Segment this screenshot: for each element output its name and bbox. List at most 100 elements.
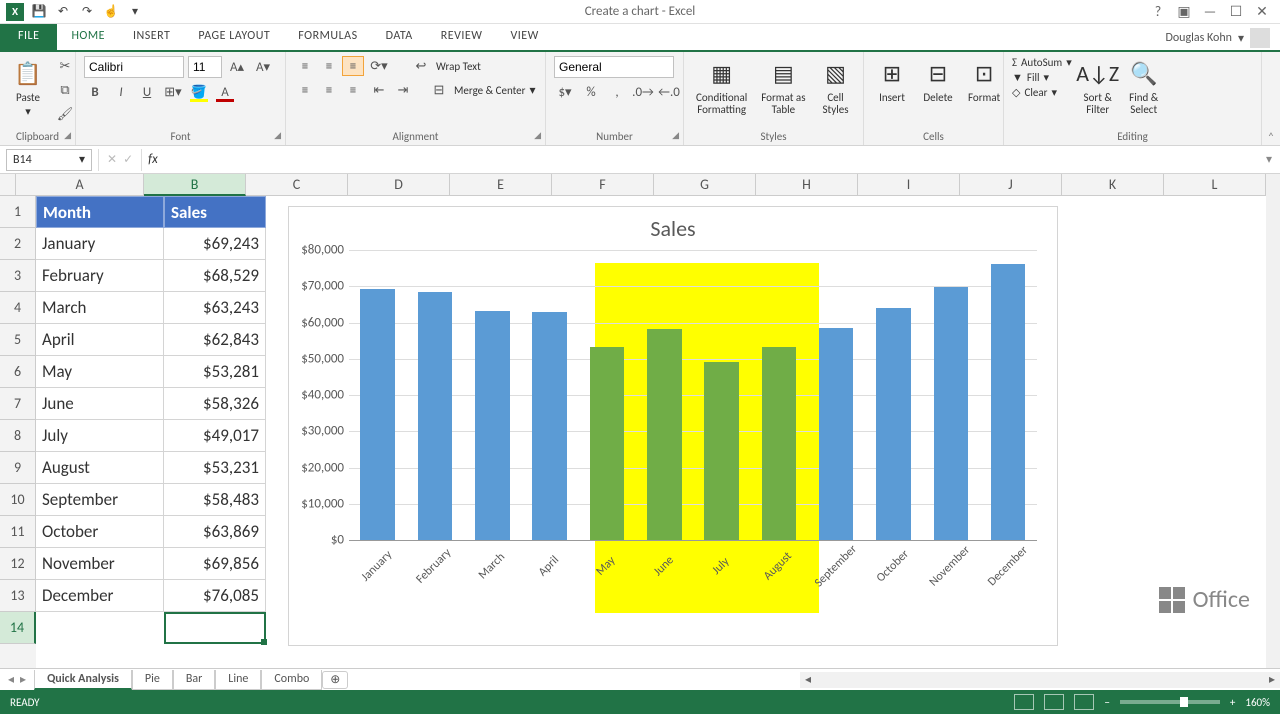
user-account[interactable]: Douglas Kohn ▾	[1165, 28, 1270, 48]
data-cell[interactable]: November	[36, 548, 164, 580]
data-cell[interactable]: $58,326	[164, 388, 266, 420]
undo-icon[interactable]: ↶	[54, 3, 72, 21]
data-cell[interactable]: January	[36, 228, 164, 260]
row-header[interactable]: 12	[0, 548, 36, 580]
row-header[interactable]: 13	[0, 580, 36, 612]
column-header[interactable]: J	[960, 174, 1062, 196]
align-bottom-icon[interactable]: ≡	[342, 56, 364, 76]
data-cell[interactable]: $53,231	[164, 452, 266, 484]
column-header[interactable]: H	[756, 174, 858, 196]
sheet-nav-next-icon[interactable]: ▸	[20, 672, 26, 687]
conditional-formatting-button[interactable]: ▦Conditional Formatting	[692, 56, 751, 118]
vertical-scrollbar[interactable]	[1266, 174, 1280, 668]
chart-plot-area[interactable]: $0$10,000$20,000$30,000$40,000$50,000$60…	[349, 250, 1037, 540]
data-cell[interactable]: October	[36, 516, 164, 548]
tab-data[interactable]: DATA	[372, 24, 427, 50]
find-select-button[interactable]: 🔍Find & Select	[1124, 56, 1164, 118]
increase-decimal-icon[interactable]: .0→	[632, 82, 654, 102]
tab-file[interactable]: FILE	[0, 24, 57, 50]
redo-icon[interactable]: ↷	[78, 3, 96, 21]
zoom-in-icon[interactable]: +	[1230, 696, 1235, 709]
data-cell[interactable]: February	[36, 260, 164, 292]
autosum-button[interactable]: Σ AutoSum ▾	[1012, 56, 1072, 69]
table-header-cell[interactable]: Month	[36, 196, 164, 228]
data-cell[interactable]: $76,085	[164, 580, 266, 612]
select-all-button[interactable]	[0, 174, 16, 196]
copy-icon[interactable]: ⧉	[54, 80, 76, 100]
scroll-left-icon[interactable]: ◂	[802, 674, 814, 686]
sheet-tab[interactable]: Combo	[261, 670, 322, 690]
column-header[interactable]: A	[16, 174, 144, 196]
align-center-icon[interactable]: ≡	[318, 80, 340, 100]
chart-bar[interactable]	[991, 264, 1025, 540]
sheet-nav-prev-icon[interactable]: ◂	[8, 672, 14, 687]
font-color-icon[interactable]: A	[214, 82, 236, 102]
tab-home[interactable]: HOME	[57, 24, 119, 50]
touch-mode-icon[interactable]: ☝	[102, 3, 120, 21]
decrease-indent-icon[interactable]: ⇤	[368, 80, 390, 100]
column-header[interactable]: B	[144, 174, 246, 196]
minimize-icon[interactable]: —	[1200, 2, 1220, 22]
sheet-tab[interactable]: Quick Analysis	[34, 670, 132, 690]
italic-button[interactable]: I	[110, 82, 132, 102]
data-cell[interactable]: $69,856	[164, 548, 266, 580]
chart-title[interactable]: Sales	[289, 207, 1057, 250]
row-header[interactable]: 4	[0, 292, 36, 324]
column-header[interactable]: F	[552, 174, 654, 196]
chart[interactable]: Sales $0$10,000$20,000$30,000$40,000$50,…	[288, 206, 1058, 646]
data-cell[interactable]: April	[36, 324, 164, 356]
font-name-input[interactable]	[84, 56, 184, 78]
chart-bar[interactable]	[704, 362, 738, 540]
chart-bar[interactable]	[934, 287, 968, 540]
scroll-right-icon[interactable]: ▸	[1266, 674, 1278, 686]
column-header[interactable]: K	[1062, 174, 1164, 196]
align-middle-icon[interactable]: ≡	[318, 56, 340, 76]
expand-formula-icon[interactable]: ▾	[1266, 152, 1280, 167]
collapse-ribbon-icon[interactable]: ˄	[1262, 52, 1280, 145]
tab-page-layout[interactable]: PAGE LAYOUT	[184, 24, 284, 50]
alignment-launcher-icon[interactable]: ◢	[534, 130, 541, 141]
decrease-font-icon[interactable]: A▾	[252, 57, 274, 77]
row-header[interactable]: 3	[0, 260, 36, 292]
font-size-input[interactable]	[188, 56, 222, 78]
data-cell[interactable]: $53,281	[164, 356, 266, 388]
number-format-input[interactable]	[554, 56, 674, 78]
qat-dropdown-icon[interactable]: ▾	[126, 3, 144, 21]
border-icon[interactable]: ⊞▾	[162, 82, 184, 102]
increase-font-icon[interactable]: A▴	[226, 57, 248, 77]
tab-review[interactable]: REVIEW	[427, 24, 497, 50]
data-cell[interactable]: March	[36, 292, 164, 324]
cancel-formula-icon[interactable]: ✕	[107, 152, 117, 167]
chart-bar[interactable]	[590, 347, 624, 540]
clipboard-launcher-icon[interactable]: ◢	[64, 130, 71, 141]
maximize-icon[interactable]: ☐	[1226, 2, 1246, 22]
data-cell[interactable]: December	[36, 580, 164, 612]
add-sheet-button[interactable]: ⊕	[322, 671, 348, 689]
row-header[interactable]: 11	[0, 516, 36, 548]
number-launcher-icon[interactable]: ◢	[672, 130, 679, 141]
cell-styles-button[interactable]: ▧Cell Styles	[816, 56, 856, 118]
tab-view[interactable]: VIEW	[496, 24, 552, 50]
data-cell[interactable]: $63,243	[164, 292, 266, 324]
formula-input[interactable]	[164, 149, 1266, 171]
clear-button[interactable]: ◇ Clear ▾	[1012, 86, 1072, 99]
data-cell[interactable]: July	[36, 420, 164, 452]
sheet-tab[interactable]: Bar	[173, 670, 215, 690]
row-header[interactable]: 5	[0, 324, 36, 356]
tab-insert[interactable]: INSERT	[119, 24, 184, 50]
increase-indent-icon[interactable]: ⇥	[392, 80, 414, 100]
data-cell[interactable]: $69,243	[164, 228, 266, 260]
zoom-slider[interactable]	[1120, 700, 1220, 704]
align-left-icon[interactable]: ≡	[294, 80, 316, 100]
data-cell[interactable]: August	[36, 452, 164, 484]
row-header[interactable]: 8	[0, 420, 36, 452]
row-header[interactable]: 10	[0, 484, 36, 516]
column-header[interactable]: C	[246, 174, 348, 196]
data-cell[interactable]: $58,483	[164, 484, 266, 516]
column-header[interactable]: D	[348, 174, 450, 196]
row-header[interactable]: 2	[0, 228, 36, 260]
column-header[interactable]: G	[654, 174, 756, 196]
bold-button[interactable]: B	[84, 82, 106, 102]
align-right-icon[interactable]: ≡	[342, 80, 364, 100]
insert-cells-button[interactable]: ⊞Insert	[872, 56, 912, 106]
